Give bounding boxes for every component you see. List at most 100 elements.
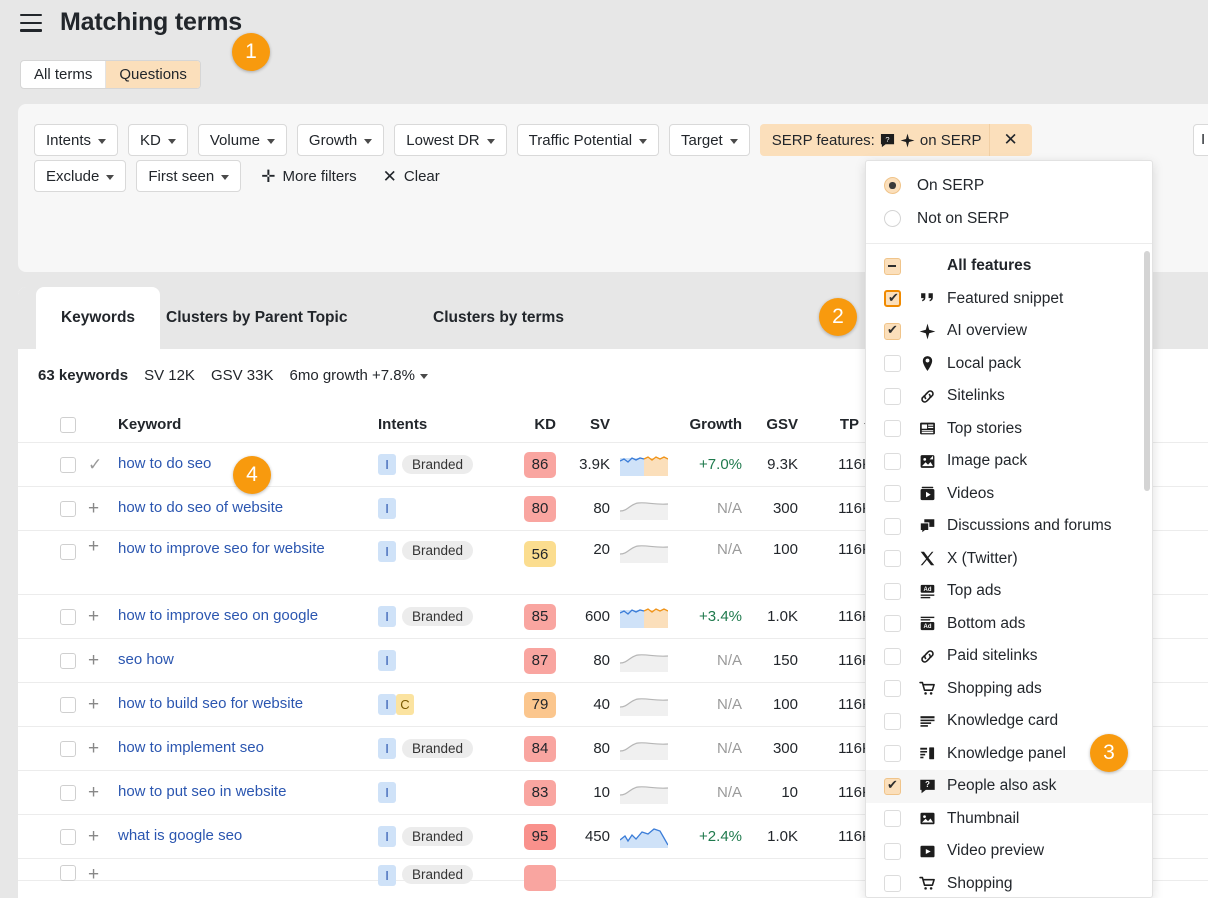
checkbox-checked-icon[interactable]	[884, 290, 901, 307]
row-checkbox[interactable]	[60, 829, 76, 845]
radio-on-serp[interactable]: On SERP	[866, 169, 1152, 202]
row-checkbox[interactable]	[60, 785, 76, 801]
feature-item-featured-snippet[interactable]: Featured snippet	[866, 283, 1152, 316]
keyword-link[interactable]: how to improve seo for website	[118, 540, 325, 559]
feature-item-video-preview[interactable]: Video preview	[866, 835, 1152, 868]
filter-serp-features[interactable]: SERP features: ? on SERP ✕	[760, 124, 1032, 156]
add-keyword-icon[interactable]: +	[88, 651, 99, 670]
feature-item-local-pack[interactable]: Local pack	[866, 348, 1152, 381]
feature-item-shopping-ads[interactable]: Shopping ads	[866, 673, 1152, 706]
feature-item-sitelinks[interactable]: Sitelinks	[866, 380, 1152, 413]
checkbox-icon[interactable]	[884, 745, 901, 762]
feature-item-top-ads[interactable]: AdTop ads	[866, 575, 1152, 608]
tab-all-terms[interactable]: All terms	[21, 61, 105, 88]
row-checkbox[interactable]	[60, 697, 76, 713]
column-tp[interactable]: TP	[808, 407, 872, 442]
filter-volume[interactable]: Volume	[198, 124, 287, 156]
more-filters-button[interactable]: ✛More filters	[259, 168, 358, 185]
feature-item-shopping[interactable]: Shopping	[866, 868, 1152, 898]
add-keyword-icon[interactable]: +	[88, 607, 99, 626]
radio-not-on-serp[interactable]: Not on SERP	[866, 202, 1152, 235]
column-growth[interactable]: Growth	[676, 407, 742, 442]
filter-kd[interactable]: KD	[128, 124, 188, 156]
tab-questions[interactable]: Questions	[106, 61, 200, 88]
column-sv[interactable]: SV	[566, 407, 610, 442]
feature-item-discussions-and-forums[interactable]: Discussions and forums	[866, 510, 1152, 543]
keyword-link[interactable]: what is google seo	[118, 827, 242, 846]
add-keyword-icon[interactable]: +	[88, 865, 99, 884]
checkbox-icon[interactable]	[884, 485, 901, 502]
add-keyword-icon[interactable]: +	[88, 695, 99, 714]
checkbox-icon[interactable]	[884, 810, 901, 827]
feature-item-knowledge-card[interactable]: Knowledge card	[866, 705, 1152, 738]
feature-item-ai-overview[interactable]: AI overview	[866, 315, 1152, 348]
add-keyword-icon[interactable]: +	[88, 783, 99, 802]
feature-item-image-pack[interactable]: Image pack	[866, 445, 1152, 478]
keyword-link[interactable]: how to do seo of website	[118, 499, 283, 518]
filter-growth[interactable]: Growth	[297, 124, 384, 156]
feature-item-bottom-ads[interactable]: AdBottom ads	[866, 608, 1152, 641]
filter-target[interactable]: Target	[669, 124, 750, 156]
column-keyword[interactable]: Keyword	[118, 407, 358, 442]
close-icon[interactable]: ✕	[990, 130, 1032, 150]
feature-item-x-twitter[interactable]: X (Twitter)	[866, 543, 1152, 576]
checkbox-icon[interactable]	[884, 680, 901, 697]
checkbox-icon[interactable]	[884, 518, 901, 535]
keyword-link[interactable]: how to do seo	[118, 455, 211, 474]
feature-item-top-stories[interactable]: Top stories	[866, 413, 1152, 446]
dropdown-scrollbar[interactable]	[1144, 251, 1150, 491]
filter-first-seen[interactable]: First seen	[136, 160, 241, 192]
row-checkbox[interactable]	[60, 741, 76, 757]
row-checkbox[interactable]	[60, 865, 76, 881]
checkbox-icon[interactable]	[884, 843, 901, 860]
filter-exclude[interactable]: Exclude	[34, 160, 126, 192]
feature-item-paid-sitelinks[interactable]: Paid sitelinks	[866, 640, 1152, 673]
select-all-checkbox[interactable]	[60, 417, 76, 433]
checkbox-icon[interactable]	[884, 388, 901, 405]
keyword-link[interactable]: how to put seo in website	[118, 783, 286, 802]
checkbox-icon[interactable]	[884, 453, 901, 470]
column-intents[interactable]: Intents	[378, 407, 518, 442]
checkbox-icon[interactable]	[884, 420, 901, 437]
checkbox-icon[interactable]	[884, 875, 901, 892]
keyword-link[interactable]: seo how	[118, 651, 174, 670]
filter-overflow-button[interactable]: I	[1193, 124, 1208, 156]
keyword-link[interactable]: how to implement seo	[118, 739, 264, 758]
hamburger-icon[interactable]	[20, 14, 42, 32]
add-keyword-icon[interactable]: +	[88, 537, 99, 556]
added-check-icon[interactable]: ✓	[88, 455, 102, 475]
feature-item-thumbnail[interactable]: Thumbnail	[866, 803, 1152, 836]
row-checkbox[interactable]	[60, 609, 76, 625]
add-keyword-icon[interactable]: +	[88, 827, 99, 846]
checkbox-checked-icon[interactable]	[884, 323, 901, 340]
row-checkbox[interactable]	[60, 501, 76, 517]
clear-filters-button[interactable]: ✕Clear	[381, 168, 442, 185]
add-keyword-icon[interactable]: +	[88, 739, 99, 758]
feature-all-features[interactable]: All features	[866, 250, 1152, 283]
tab-keywords[interactable]: Keywords	[36, 287, 160, 349]
feature-item-people-also-ask[interactable]: ?People also ask	[866, 770, 1152, 803]
checkbox-icon[interactable]	[884, 713, 901, 730]
row-checkbox[interactable]	[60, 457, 76, 473]
feature-item-videos[interactable]: Videos	[866, 478, 1152, 511]
filter-lowest-dr[interactable]: Lowest DR	[394, 124, 506, 156]
tab-clusters-parent-topic[interactable]: Clusters by Parent Topic	[166, 287, 347, 349]
filter-intents[interactable]: Intents	[34, 124, 118, 156]
checkbox-icon[interactable]	[884, 648, 901, 665]
keyword-link[interactable]: how to improve seo on google	[118, 607, 318, 626]
keyword-link[interactable]: how to build seo for website	[118, 695, 303, 714]
column-kd[interactable]: KD	[516, 407, 556, 442]
column-gsv[interactable]: GSV	[750, 407, 798, 442]
checkbox-icon[interactable]	[884, 550, 901, 567]
checkbox-checked-icon[interactable]	[884, 778, 901, 795]
tab-clusters-by-terms[interactable]: Clusters by terms	[433, 287, 564, 349]
checkbox-icon[interactable]	[884, 615, 901, 632]
row-checkbox[interactable]	[60, 653, 76, 669]
row-checkbox[interactable]	[60, 544, 76, 560]
checkbox-icon[interactable]	[884, 355, 901, 372]
checkbox-icon[interactable]	[884, 583, 901, 600]
add-keyword-icon[interactable]: +	[88, 499, 99, 518]
row-expand-cell: +	[88, 683, 108, 726]
filter-traffic-potential[interactable]: Traffic Potential	[517, 124, 659, 156]
summary-growth-selector[interactable]: 6mo growth +7.8%	[289, 367, 428, 384]
